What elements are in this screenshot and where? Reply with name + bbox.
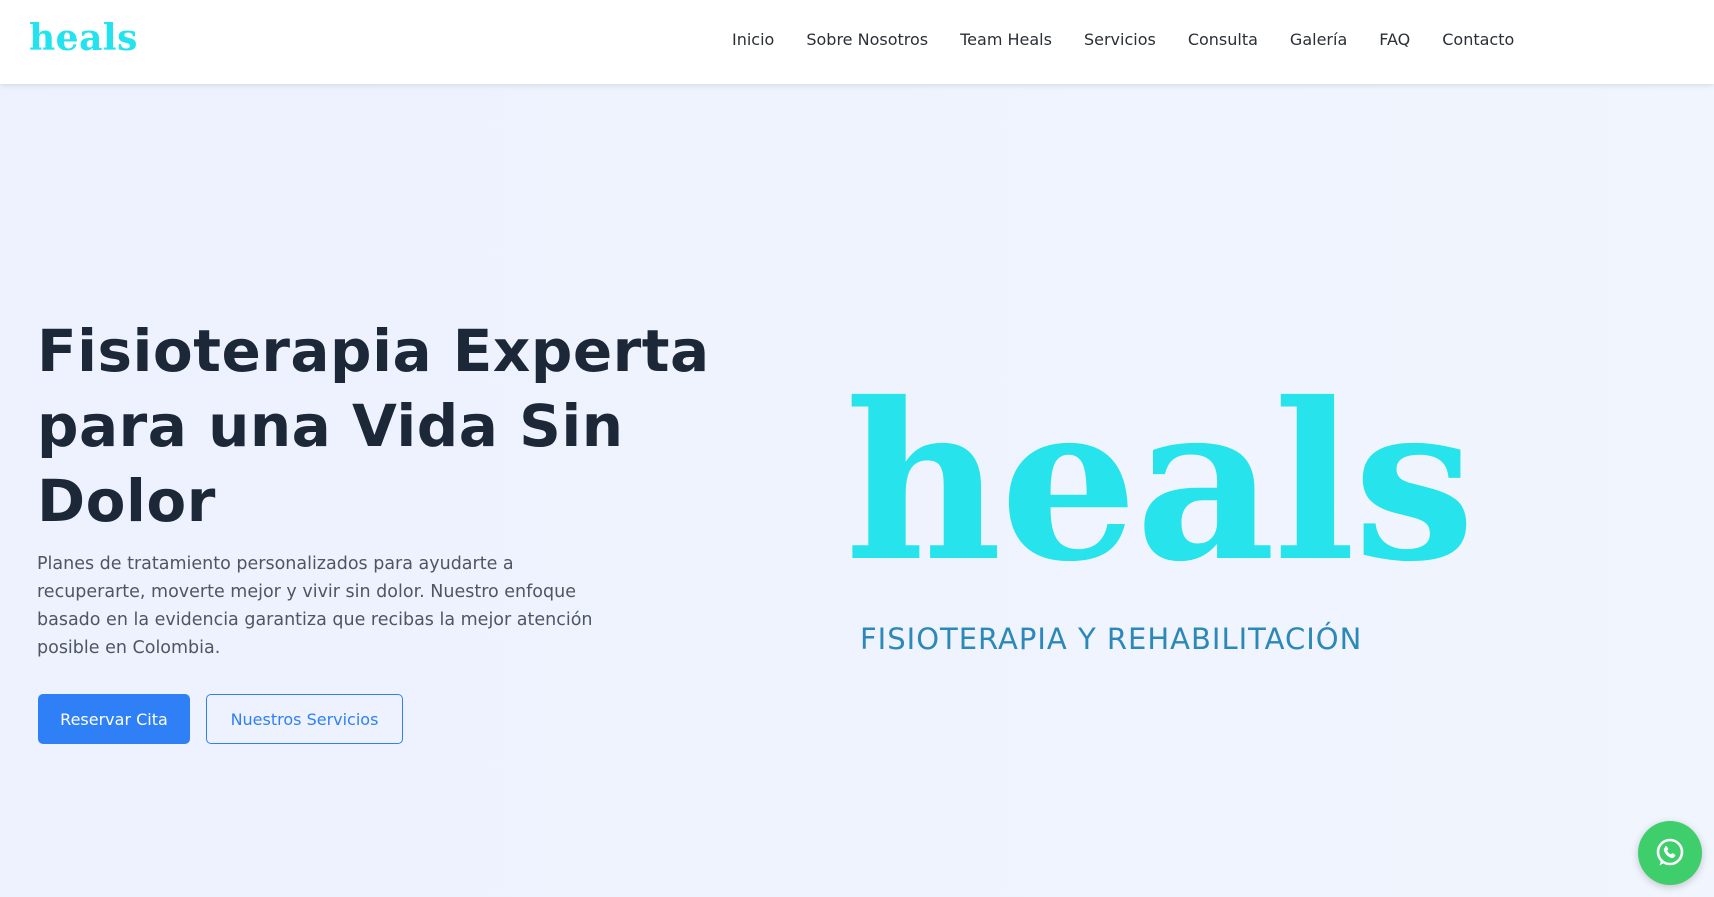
nav-team-heals[interactable]: Team Heals (960, 30, 1052, 50)
brand-logo[interactable]: heals (29, 20, 138, 56)
site-header: heals Inicio Sobre Nosotros Team Heals S… (0, 0, 1714, 84)
main-nav: Inicio Sobre Nosotros Team Heals Servici… (732, 30, 1546, 50)
nav-galeria[interactable]: Galería (1290, 30, 1347, 50)
hero-title: Fisioterapia Experta para una Vida Sin D… (37, 317, 710, 535)
nav-inicio[interactable]: Inicio (732, 30, 774, 50)
nav-consulta[interactable]: Consulta (1188, 30, 1258, 50)
our-services-button[interactable]: Nuestros Servicios (206, 694, 403, 744)
hero-logo-tagline: FISIOTERAPIA Y REHABILITACIÓN (860, 622, 1363, 656)
hero-logo-wordmark: heals (845, 355, 1475, 609)
whatsapp-icon (1653, 836, 1687, 870)
book-appointment-button[interactable]: Reservar Cita (38, 694, 190, 744)
hero-section: Fisioterapia Experta para una Vida Sin D… (0, 84, 1714, 897)
hero-description: Planes de tratamiento personalizados par… (37, 554, 593, 658)
nav-contacto[interactable]: Contacto (1442, 30, 1514, 50)
nav-sobre-nosotros[interactable]: Sobre Nosotros (806, 30, 928, 50)
nav-servicios[interactable]: Servicios (1084, 30, 1156, 50)
nav-faq[interactable]: FAQ (1379, 30, 1410, 50)
whatsapp-button[interactable] (1638, 821, 1702, 885)
